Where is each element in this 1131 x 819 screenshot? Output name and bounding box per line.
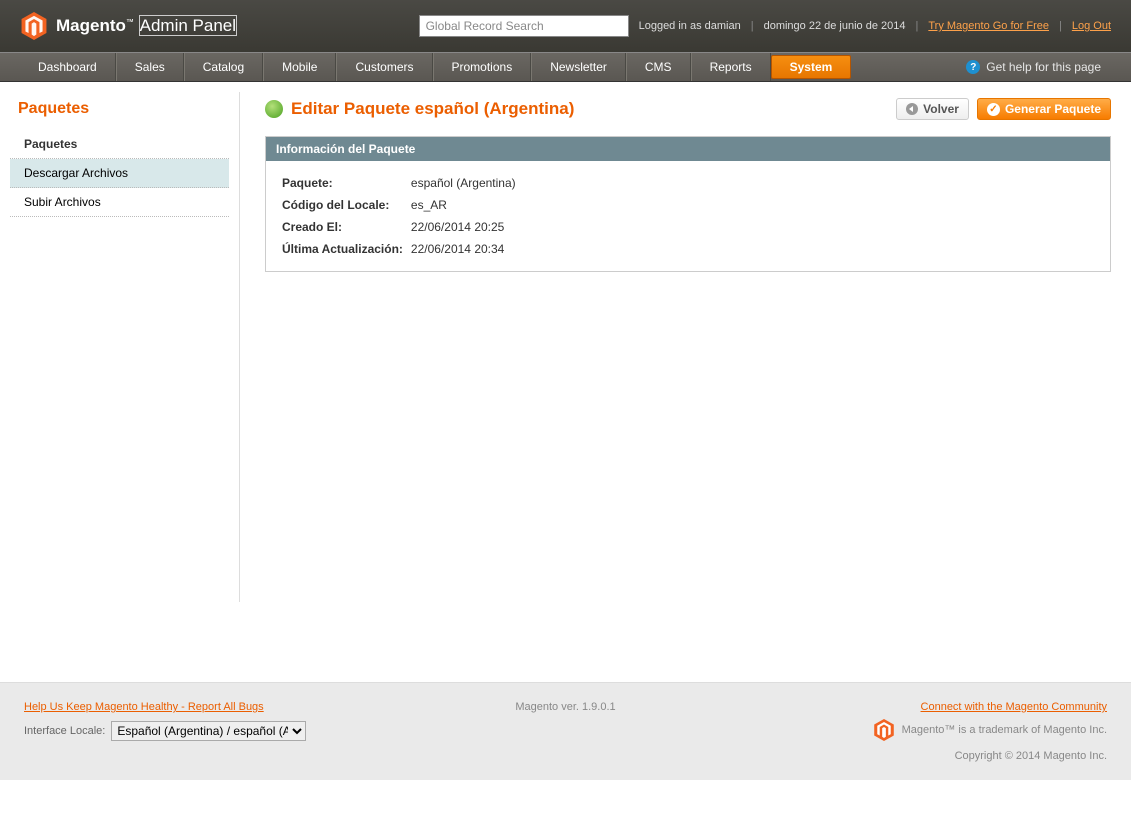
panel-title: Información del Paquete xyxy=(266,137,1110,161)
info-value: 22/06/2014 20:34 xyxy=(411,239,522,259)
footer-version: Magento ver. 1.9.0.1 xyxy=(385,701,746,762)
global-search-input[interactable] xyxy=(419,15,629,37)
info-panel: Información del Paquete Paquete:español … xyxy=(265,136,1111,272)
locale-label: Interface Locale: xyxy=(24,725,105,737)
sidebar-item-subir[interactable]: Subir Archivos xyxy=(10,188,229,217)
nav-dashboard[interactable]: Dashboard xyxy=(20,53,116,81)
header-date: domingo 22 de junio de 2014 xyxy=(764,20,906,32)
nav-help-label: Get help for this page xyxy=(986,60,1101,74)
header-bar: Magento™ Admin Panel Logged in as damian… xyxy=(0,0,1131,52)
sidebar-item-paquetes[interactable]: Paquetes xyxy=(10,130,229,159)
table-row: Paquete:español (Argentina) xyxy=(282,173,522,193)
nav-system[interactable]: System xyxy=(771,55,852,79)
footer: Help Us Keep Magento Healthy - Report Al… xyxy=(0,682,1131,780)
logged-in-text: Logged in as damian xyxy=(639,20,741,32)
generate-package-button[interactable]: ✓ Generar Paquete xyxy=(977,98,1111,120)
content-header: Editar Paquete español (Argentina) Volve… xyxy=(265,98,1111,120)
nav-sales[interactable]: Sales xyxy=(116,53,184,81)
nav-mobile[interactable]: Mobile xyxy=(263,53,336,81)
report-bugs-link[interactable]: Help Us Keep Magento Healthy - Report Al… xyxy=(24,701,264,713)
nav-cms[interactable]: CMS xyxy=(626,53,691,81)
footer-left: Help Us Keep Magento Healthy - Report Al… xyxy=(24,701,385,762)
action-buttons: Volver ✓ Generar Paquete xyxy=(896,98,1111,120)
logout-link[interactable]: Log Out xyxy=(1072,20,1111,32)
info-key: Paquete: xyxy=(282,173,409,193)
sidebar: Paquetes Paquetes Descargar Archivos Sub… xyxy=(10,92,240,602)
nav-newsletter[interactable]: Newsletter xyxy=(531,53,626,81)
sidebar-list: Paquetes Descargar Archivos Subir Archiv… xyxy=(10,130,229,217)
logo-text: Magento™ Admin Panel xyxy=(56,16,237,36)
locale-select[interactable]: Español (Argentina) / español (Ar xyxy=(111,721,306,741)
info-key: Código del Locale: xyxy=(282,195,409,215)
back-button-label: Volver xyxy=(923,102,959,116)
info-table: Paquete:español (Argentina) Código del L… xyxy=(280,171,524,261)
help-icon: ? xyxy=(966,60,980,74)
nav-reports[interactable]: Reports xyxy=(691,53,771,81)
main-area: Paquetes Paquetes Descargar Archivos Sub… xyxy=(0,82,1131,602)
community-link[interactable]: Connect with the Magento Community xyxy=(921,701,1107,713)
footer-right: Connect with the Magento Community Magen… xyxy=(746,701,1107,762)
globe-icon xyxy=(265,100,283,118)
sidebar-item-descargar[interactable]: Descargar Archivos xyxy=(10,159,229,188)
panel-body: Paquete:español (Argentina) Código del L… xyxy=(266,161,1110,271)
info-key: Última Actualización: xyxy=(282,239,409,259)
table-row: Código del Locale:es_AR xyxy=(282,195,522,215)
sidebar-title: Paquetes xyxy=(10,92,229,130)
locale-row: Interface Locale: Español (Argentina) / … xyxy=(24,721,385,741)
table-row: Última Actualización:22/06/2014 20:34 xyxy=(282,239,522,259)
footer-copyright: Copyright © 2014 Magento Inc. xyxy=(746,750,1107,762)
info-key: Creado El: xyxy=(282,217,409,237)
nav-customers[interactable]: Customers xyxy=(336,53,432,81)
nav-catalog[interactable]: Catalog xyxy=(184,53,263,81)
info-value: 22/06/2014 20:25 xyxy=(411,217,522,237)
back-button[interactable]: Volver xyxy=(896,98,969,120)
table-row: Creado El:22/06/2014 20:25 xyxy=(282,217,522,237)
generate-button-label: Generar Paquete xyxy=(1005,102,1101,116)
info-value: español (Argentina) xyxy=(411,173,522,193)
try-magento-link[interactable]: Try Magento Go for Free xyxy=(928,20,1049,32)
header-right: Logged in as damian | domingo 22 de juni… xyxy=(419,15,1111,37)
nav-promotions[interactable]: Promotions xyxy=(433,53,532,81)
nav-help[interactable]: ? Get help for this page xyxy=(956,53,1111,81)
check-icon: ✓ xyxy=(987,103,1000,116)
info-value: es_AR xyxy=(411,195,522,215)
page-title: Editar Paquete español (Argentina) xyxy=(291,99,574,119)
back-arrow-icon xyxy=(906,103,918,115)
magento-footer-icon xyxy=(874,719,894,741)
magento-logo-icon xyxy=(20,12,48,40)
main-nav: Dashboard Sales Catalog Mobile Customers… xyxy=(0,52,1131,82)
footer-trademark: Magento™ is a trademark of Magento Inc. xyxy=(874,719,1107,741)
logo[interactable]: Magento™ Admin Panel xyxy=(20,12,237,40)
content: Editar Paquete español (Argentina) Volve… xyxy=(240,92,1111,602)
